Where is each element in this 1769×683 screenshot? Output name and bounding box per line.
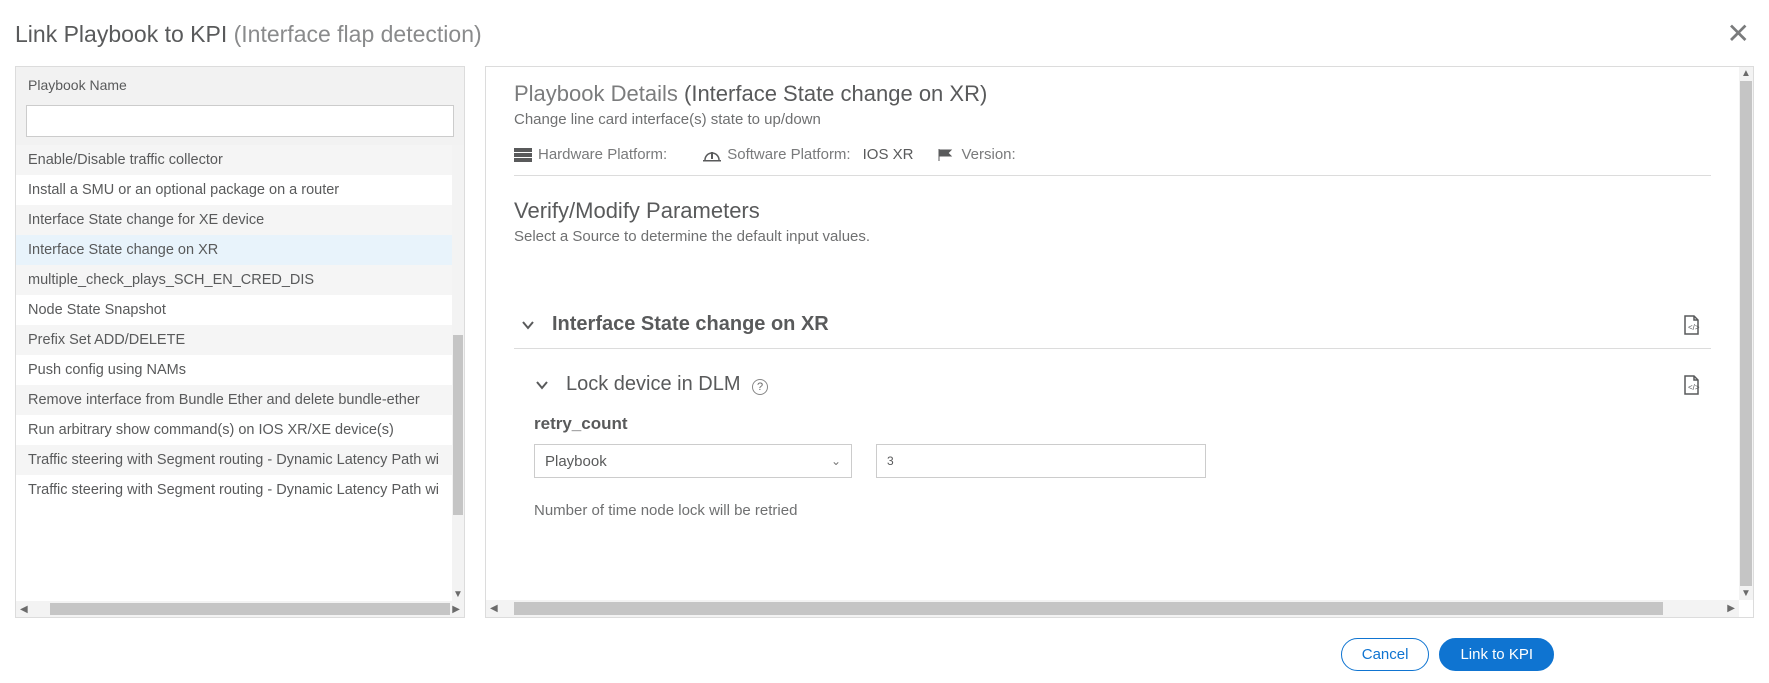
list-item[interactable]: Interface State change for XE device: [16, 205, 452, 235]
close-icon[interactable]: ✕: [1723, 16, 1754, 52]
right-horizontal-scrollbar[interactable]: ◀ ▶: [486, 600, 1739, 617]
version-icon: [937, 148, 955, 162]
chevron-down-icon[interactable]: [520, 317, 536, 333]
playbook-name-header: Playbook Name: [16, 67, 464, 99]
svg-text:</>: </>: [1688, 323, 1700, 332]
software-platform-label: Software Platform:: [727, 146, 850, 163]
dialog-title: Link Playbook to KPI (Interface flap det…: [15, 21, 482, 48]
chevron-down-icon: ⌄: [831, 454, 841, 468]
list-item[interactable]: Run arbitrary show command(s) on IOS XR/…: [16, 415, 452, 445]
hardware-platform-icon: [514, 148, 532, 162]
hardware-platform-label: Hardware Platform:: [538, 146, 667, 163]
list-item[interactable]: Enable/Disable traffic collector: [16, 145, 452, 175]
details-description: Change line card interface(s) state to u…: [514, 111, 1711, 128]
version-label: Version:: [961, 146, 1015, 163]
details-title: Playbook Details (Interface State change…: [514, 81, 1711, 107]
left-vertical-scrollbar[interactable]: ▼: [452, 145, 464, 601]
right-vertical-scrollbar[interactable]: ▲ ▼: [1739, 67, 1753, 600]
playbook-list-panel: Playbook Name Enable/Disable traffic col…: [15, 66, 465, 618]
list-item[interactable]: multiple_check_plays_SCH_EN_CRED_DIS: [16, 265, 452, 295]
left-horizontal-scrollbar[interactable]: ◀ ▶: [16, 601, 464, 617]
details-playbook-name: (Interface State change on XR): [684, 81, 987, 106]
retry-count-input[interactable]: [876, 444, 1206, 478]
accordion-title-1: Interface State change on XR: [552, 313, 1665, 336]
svg-text:</>: </>: [1688, 383, 1700, 392]
dialog-title-context: (Interface flap detection): [234, 21, 482, 47]
list-item[interactable]: Traffic steering with Segment routing - …: [16, 475, 452, 505]
playbook-list: Enable/Disable traffic collectorInstall …: [16, 145, 464, 601]
accordion-lock-device[interactable]: Lock device in DLM ? </>: [514, 361, 1711, 400]
document-code-icon[interactable]: </>: [1681, 375, 1701, 395]
details-title-label: Playbook Details: [514, 81, 678, 106]
list-item[interactable]: Node State Snapshot: [16, 295, 452, 325]
retry-count-help: Number of time node lock will be retried: [534, 502, 1711, 519]
help-icon[interactable]: ?: [752, 379, 768, 395]
cancel-button[interactable]: Cancel: [1341, 638, 1430, 671]
source-select[interactable]: Playbook ⌄: [534, 444, 852, 478]
software-platform-value: IOS XR: [863, 146, 914, 163]
list-item[interactable]: Traffic steering with Segment routing - …: [16, 445, 452, 475]
list-item[interactable]: Interface State change on XR: [16, 235, 452, 265]
retry-count-label: retry_count: [534, 414, 1711, 434]
document-code-icon[interactable]: </>: [1681, 315, 1701, 335]
accordion-title-2: Lock device in DLM ?: [566, 373, 1665, 396]
accordion-interface-state[interactable]: Interface State change on XR </>: [514, 301, 1711, 349]
link-to-kpi-button[interactable]: Link to KPI: [1439, 638, 1554, 671]
list-item[interactable]: Prefix Set ADD/DELETE: [16, 325, 452, 355]
dialog-title-prefix: Link Playbook to KPI: [15, 21, 227, 47]
playbook-search-input[interactable]: [26, 105, 454, 137]
software-platform-icon: [703, 148, 721, 162]
source-select-value: Playbook: [545, 453, 607, 470]
playbook-details-panel: Playbook Details (Interface State change…: [485, 66, 1754, 618]
list-item[interactable]: Install a SMU or an optional package on …: [16, 175, 452, 205]
list-item[interactable]: Push config using NAMs: [16, 355, 452, 385]
platform-row: Hardware Platform: Software Platform: IO…: [514, 146, 1711, 176]
verify-modify-subtitle: Select a Source to determine the default…: [514, 228, 1711, 245]
verify-modify-title: Verify/Modify Parameters: [514, 198, 1711, 224]
list-item[interactable]: Remove interface from Bundle Ether and d…: [16, 385, 452, 415]
chevron-down-icon[interactable]: [534, 377, 550, 393]
